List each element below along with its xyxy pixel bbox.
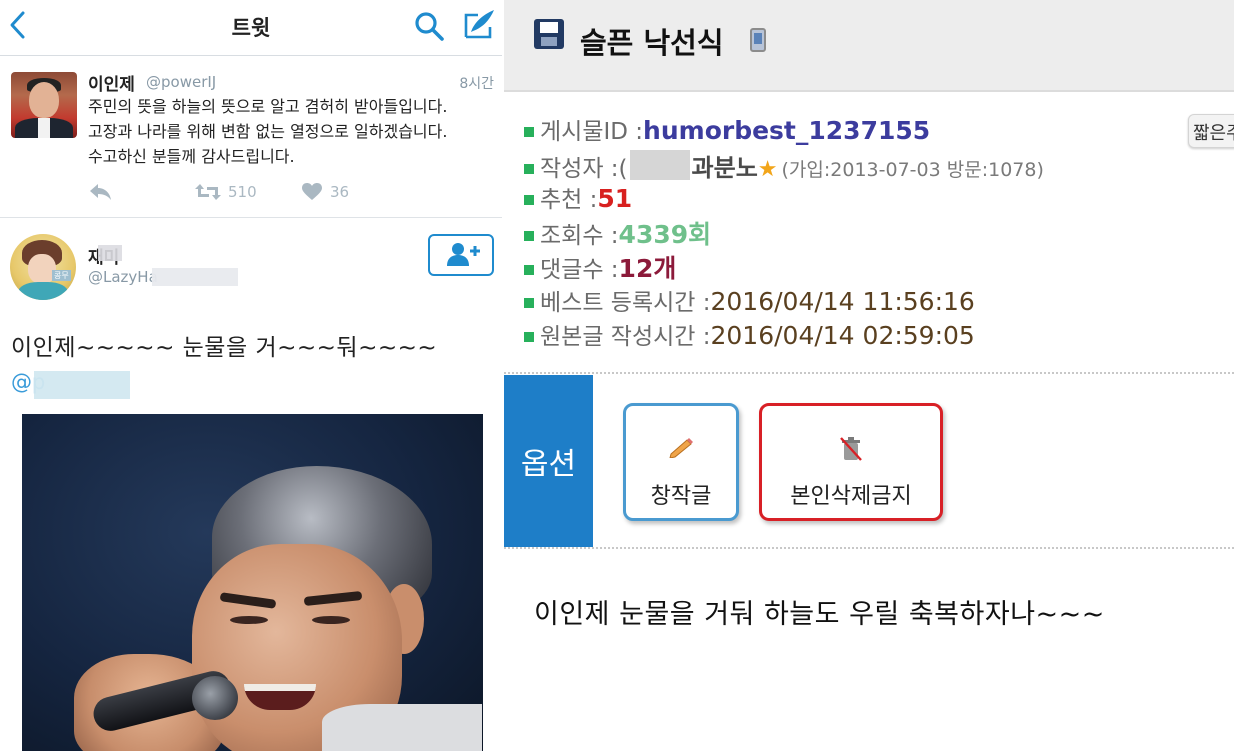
bullet-icon [524, 127, 534, 137]
recommend-label: 추천 : [540, 187, 598, 213]
mobile-icon [750, 28, 766, 52]
author-meta: (가입:2013-07-03 방문:1078) [781, 159, 1044, 181]
bullet-icon [524, 164, 534, 174]
author-prefix: ( [618, 156, 628, 182]
comments-label: 댓글수 : [540, 257, 619, 283]
short-url-button[interactable]: 짧은주 [1188, 114, 1234, 148]
views-label: 조회수 : [540, 223, 619, 249]
redaction-blur [98, 245, 122, 261]
like-button[interactable]: 36 [302, 180, 349, 204]
like-count: 36 [330, 183, 350, 201]
reply-icon [90, 184, 111, 200]
bullet-icon [524, 195, 534, 205]
redaction-blur [34, 371, 130, 399]
original-content-button[interactable]: 창작글 [623, 403, 739, 521]
divider [504, 547, 1234, 549]
redaction-blur [152, 268, 238, 286]
views-count: 4339회 [618, 220, 712, 249]
best-time-value: 2016/04/14 11:56:16 [710, 287, 975, 316]
options-area: 창작글 본인삭제금지 [593, 375, 1234, 547]
info-original-time: 원본글 작성시간 : 2016/04/14 02:59:05 [524, 317, 975, 350]
redaction-blur [629, 150, 690, 180]
best-time-label: 베스트 등록시간 : [540, 290, 711, 316]
post-body-text: 이인제 눈물을 거둬 하늘도 우릴 축복하자나~~~ [534, 599, 1105, 630]
no-delete-icon [840, 437, 862, 461]
avatar-caption: 콩무 [52, 270, 71, 281]
tweet-author-handle[interactable]: @LazyHa [88, 268, 158, 286]
author-name[interactable]: 과분노 [692, 148, 758, 183]
twitter-header: 트윗 [0, 0, 502, 56]
bullet-icon [524, 265, 534, 275]
tweet-author-name[interactable]: 이인제 [88, 70, 135, 95]
retweet-icon [195, 184, 221, 200]
divider [504, 372, 1234, 374]
retweet-count: 510 [228, 183, 257, 201]
original-time-value: 2016/04/14 02:59:05 [710, 321, 975, 350]
tweet-text: 이인제~~~~~ 눈물을 거~~~둬~~~~ [11, 335, 438, 361]
search-icon[interactable] [412, 9, 446, 43]
info-views: 조회수 : 4339회 [524, 215, 711, 249]
tweet-timestamp: 8시간 [459, 76, 494, 92]
post-header: 슬픈 낙선식 [504, 0, 1234, 92]
author-label: 작성자 : [540, 156, 619, 182]
info-post-id: 게시물ID : humorbest_1237155 [524, 112, 930, 145]
original-time-label: 원본글 작성시간 : [540, 324, 711, 350]
bullet-icon [524, 231, 534, 241]
comments-count[interactable]: 12개 [619, 249, 677, 285]
tweet-author-handle[interactable]: @powerIJ [146, 73, 216, 91]
bullet-icon [524, 298, 534, 308]
tweet-photo[interactable] [22, 414, 483, 751]
original-content-label: 창작글 [650, 484, 712, 509]
avatar[interactable] [11, 72, 77, 138]
follow-button[interactable] [428, 234, 494, 276]
post-title: 슬픈 낙선식 [580, 26, 724, 60]
info-recommend: 추천 : 51 [524, 180, 633, 213]
avatar[interactable]: 콩무 [10, 234, 76, 300]
no-self-delete-label: 본인삭제금지 [790, 484, 912, 509]
post-id-label: 게시물ID : [540, 119, 644, 145]
tweet-text: 주민의 뜻을 하늘의 뜻으로 알고 겸허히 받아들입니다. 고장과 나라를 위해… [88, 97, 448, 166]
post-info: 짧은주 게시물ID : humorbest_1237155 작성자 : ( 과분… [504, 94, 1234, 372]
no-self-delete-button[interactable]: 본인삭제금지 [759, 403, 943, 521]
info-comments: 댓글수 : 12개 [524, 249, 676, 283]
star-icon: ★ [757, 157, 778, 182]
board-pane: 슬픈 낙선식 짧은주 게시물ID : humorbest_1237155 작성자… [504, 0, 1234, 751]
add-user-icon [447, 243, 480, 266]
recommend-count: 51 [597, 184, 633, 213]
retweet-button[interactable]: 510 [194, 180, 257, 204]
tweet[interactable]: 콩무 재미 @LazyHa 이인제~~~~~ 눈물을 거~~~둬~~~~ @p [0, 218, 502, 751]
options-label: 옵션 [504, 375, 593, 547]
info-author: 작성자 : ( 과분노 ★ (가입:2013-07-03 방문:1078) [524, 146, 1044, 182]
heart-icon [302, 183, 322, 200]
pencil-icon [669, 438, 693, 458]
tweet-actions: 510 36 [88, 180, 388, 204]
twitter-pane: 트윗 이인제 @powerIJ 8시간 주민의 뜻을 하늘의 뜻으로 알고 겸허… [0, 0, 502, 751]
save-icon[interactable] [534, 19, 564, 49]
post-id-link[interactable]: humorbest_1237155 [643, 116, 930, 145]
compose-tweet-icon[interactable] [462, 7, 496, 41]
reply-button[interactable] [88, 180, 112, 204]
info-best-time: 베스트 등록시간 : 2016/04/14 11:56:16 [524, 283, 975, 316]
bullet-icon [524, 332, 534, 342]
